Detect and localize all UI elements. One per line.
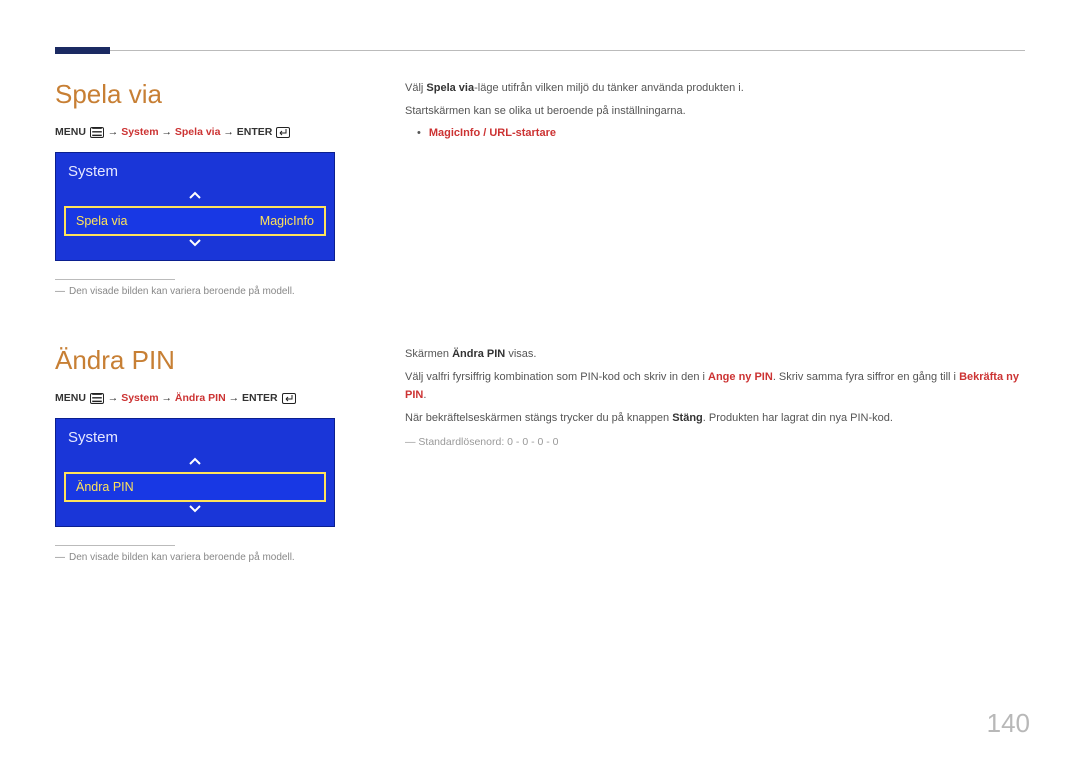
enter-icon [282, 393, 296, 404]
menu-item-label: Ändra PIN [76, 480, 134, 494]
text-red: Ange ny PIN [708, 371, 773, 383]
enter-icon [276, 127, 290, 138]
section-heading: Ändra PIN [55, 345, 345, 376]
body-text: Välj valfri fyrsiffrig kombination som P… [405, 368, 1025, 405]
path-menu: MENU [55, 126, 86, 138]
section-spela-via: Spela via MENU → System → Spela via → EN… [55, 79, 1025, 297]
path-menu: MENU [55, 392, 86, 404]
text: . [423, 389, 426, 401]
footnote-text: Den visade bilden kan variera beroende p… [69, 552, 295, 563]
menu-title: System [56, 153, 334, 188]
left-column: Ändra PIN MENU → System → Ändra PIN → EN… [55, 345, 345, 563]
menu-item-spela-via[interactable]: Spela via MagicInfo [64, 206, 326, 236]
path-system: System [121, 392, 158, 404]
section-heading: Spela via [55, 79, 345, 110]
arrow-icon: → [223, 126, 234, 138]
arrow-icon: → [108, 126, 119, 138]
footnote-text: Standardlösenord: 0 - 0 - 0 - 0 [418, 436, 558, 448]
chevron-up-icon[interactable] [56, 188, 334, 206]
arrow-icon: → [161, 126, 172, 138]
menu-item-andra-pin[interactable]: Ändra PIN [64, 472, 326, 502]
menu-title: System [56, 419, 334, 454]
page: Spela via MENU → System → Spela via → EN… [0, 0, 1080, 641]
system-menu: System Ändra PIN [55, 418, 335, 527]
page-number: 140 [987, 708, 1030, 739]
footnote-text: Den visade bilden kan variera beroende p… [69, 286, 295, 297]
path-system: System [121, 126, 158, 138]
bullet: • MagicInfo / URL-startare [405, 124, 1025, 143]
menu-path: MENU → System → Spela via → ENTER [55, 126, 345, 138]
text-bold: Spela via [426, 82, 474, 94]
text: . Skriv samma fyra siffror en gång till … [773, 371, 959, 383]
bullet-dot: • [417, 127, 421, 139]
bullet-text: MagicInfo / URL-startare [429, 127, 556, 139]
path-andra-pin: Ändra PIN [175, 392, 226, 404]
text-bold: Ändra PIN [452, 348, 505, 360]
menu-item-value: MagicInfo [260, 214, 314, 228]
body-text: Startskärmen kan se olika ut beroende på… [405, 102, 1025, 121]
arrow-icon: → [108, 392, 119, 404]
chevron-down-icon[interactable] [56, 236, 334, 254]
footnote-rule [55, 545, 175, 546]
arrow-icon: → [229, 392, 240, 404]
text: När bekräftelseskärmen stängs trycker du… [405, 412, 672, 424]
menu-icon [90, 127, 104, 138]
right-column: Välj Spela via-läge utifrån vilken miljö… [405, 79, 1025, 297]
text: Välj [405, 82, 426, 94]
text: -läge utifrån vilken miljö du tänker anv… [474, 82, 744, 94]
image-disclaimer: ―Den visade bilden kan variera beroende … [55, 552, 345, 563]
right-column: Skärmen Ändra PIN visas. Välj valfri fyr… [405, 345, 1025, 563]
chevron-down-icon[interactable] [56, 502, 334, 520]
body-text: Välj Spela via-läge utifrån vilken miljö… [405, 79, 1025, 98]
system-menu: System Spela via MagicInfo [55, 152, 335, 261]
section-andra-pin: Ändra PIN MENU → System → Ändra PIN → EN… [55, 345, 1025, 563]
text: Välj valfri fyrsiffrig kombination som P… [405, 371, 708, 383]
left-column: Spela via MENU → System → Spela via → EN… [55, 79, 345, 297]
default-password-note: ― Standardlösenord: 0 - 0 - 0 - 0 [405, 434, 1025, 452]
header-rule [55, 50, 1025, 51]
body-text: När bekräftelseskärmen stängs trycker du… [405, 409, 1025, 428]
text: Skärmen [405, 348, 452, 360]
text-bold: Stäng [672, 412, 703, 424]
arrow-icon: → [161, 392, 172, 404]
menu-path: MENU → System → Ändra PIN → ENTER [55, 392, 345, 404]
menu-icon [90, 393, 104, 404]
path-enter: ENTER [242, 392, 278, 404]
text: . Produkten har lagrat din nya PIN-kod. [703, 412, 893, 424]
path-enter: ENTER [237, 126, 273, 138]
path-spela-via: Spela via [175, 126, 221, 138]
text: visas. [505, 348, 536, 360]
footnote-rule [55, 279, 175, 280]
image-disclaimer: ―Den visade bilden kan variera beroende … [55, 286, 345, 297]
chevron-up-icon[interactable] [56, 454, 334, 472]
menu-item-label: Spela via [76, 214, 127, 228]
body-text: Skärmen Ändra PIN visas. [405, 345, 1025, 364]
